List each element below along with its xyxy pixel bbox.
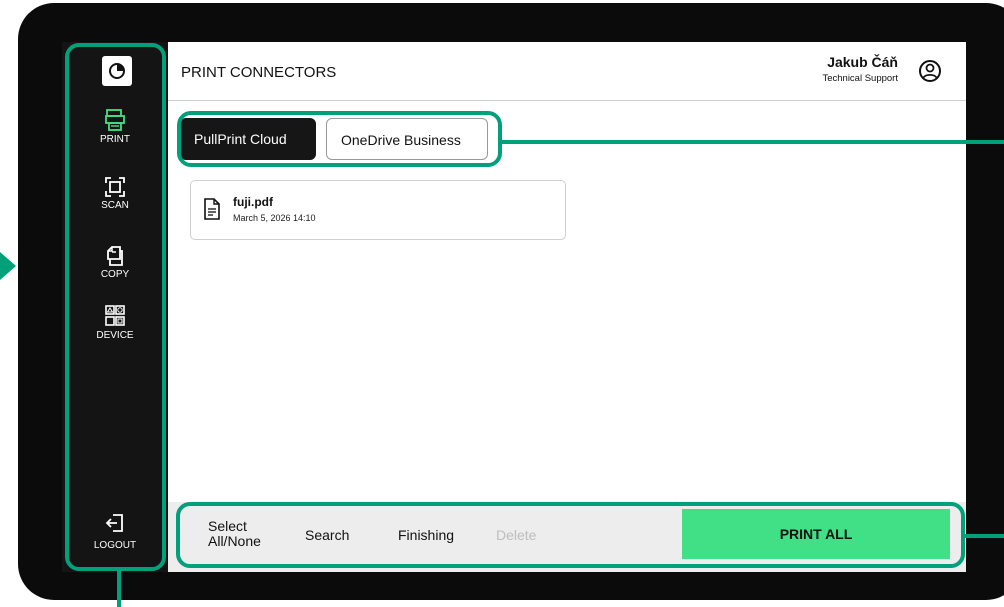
pointer-arrow-icon xyxy=(0,252,16,280)
user-name: Jakub Čáň xyxy=(827,54,898,70)
toolbar-callout xyxy=(176,502,965,568)
file-name: fuji.pdf xyxy=(233,195,273,209)
sidebar-callout xyxy=(65,43,166,571)
tabs-callout xyxy=(177,111,502,167)
user-role: Technical Support xyxy=(822,73,898,84)
file-list-item[interactable]: fuji.pdf March 5, 2026 14:10 xyxy=(190,180,566,240)
header: PRINT CONNECTORS Jakub Čáň Technical Sup… xyxy=(168,42,966,101)
file-date: March 5, 2026 14:10 xyxy=(233,213,316,223)
sidebar-callout-line xyxy=(117,571,121,607)
document-icon xyxy=(203,197,221,226)
user-circle-icon[interactable] xyxy=(918,59,942,88)
tabs-callout-line xyxy=(502,140,1004,144)
toolbar-callout-line xyxy=(965,534,1004,538)
page-title: PRINT CONNECTORS xyxy=(181,64,337,81)
